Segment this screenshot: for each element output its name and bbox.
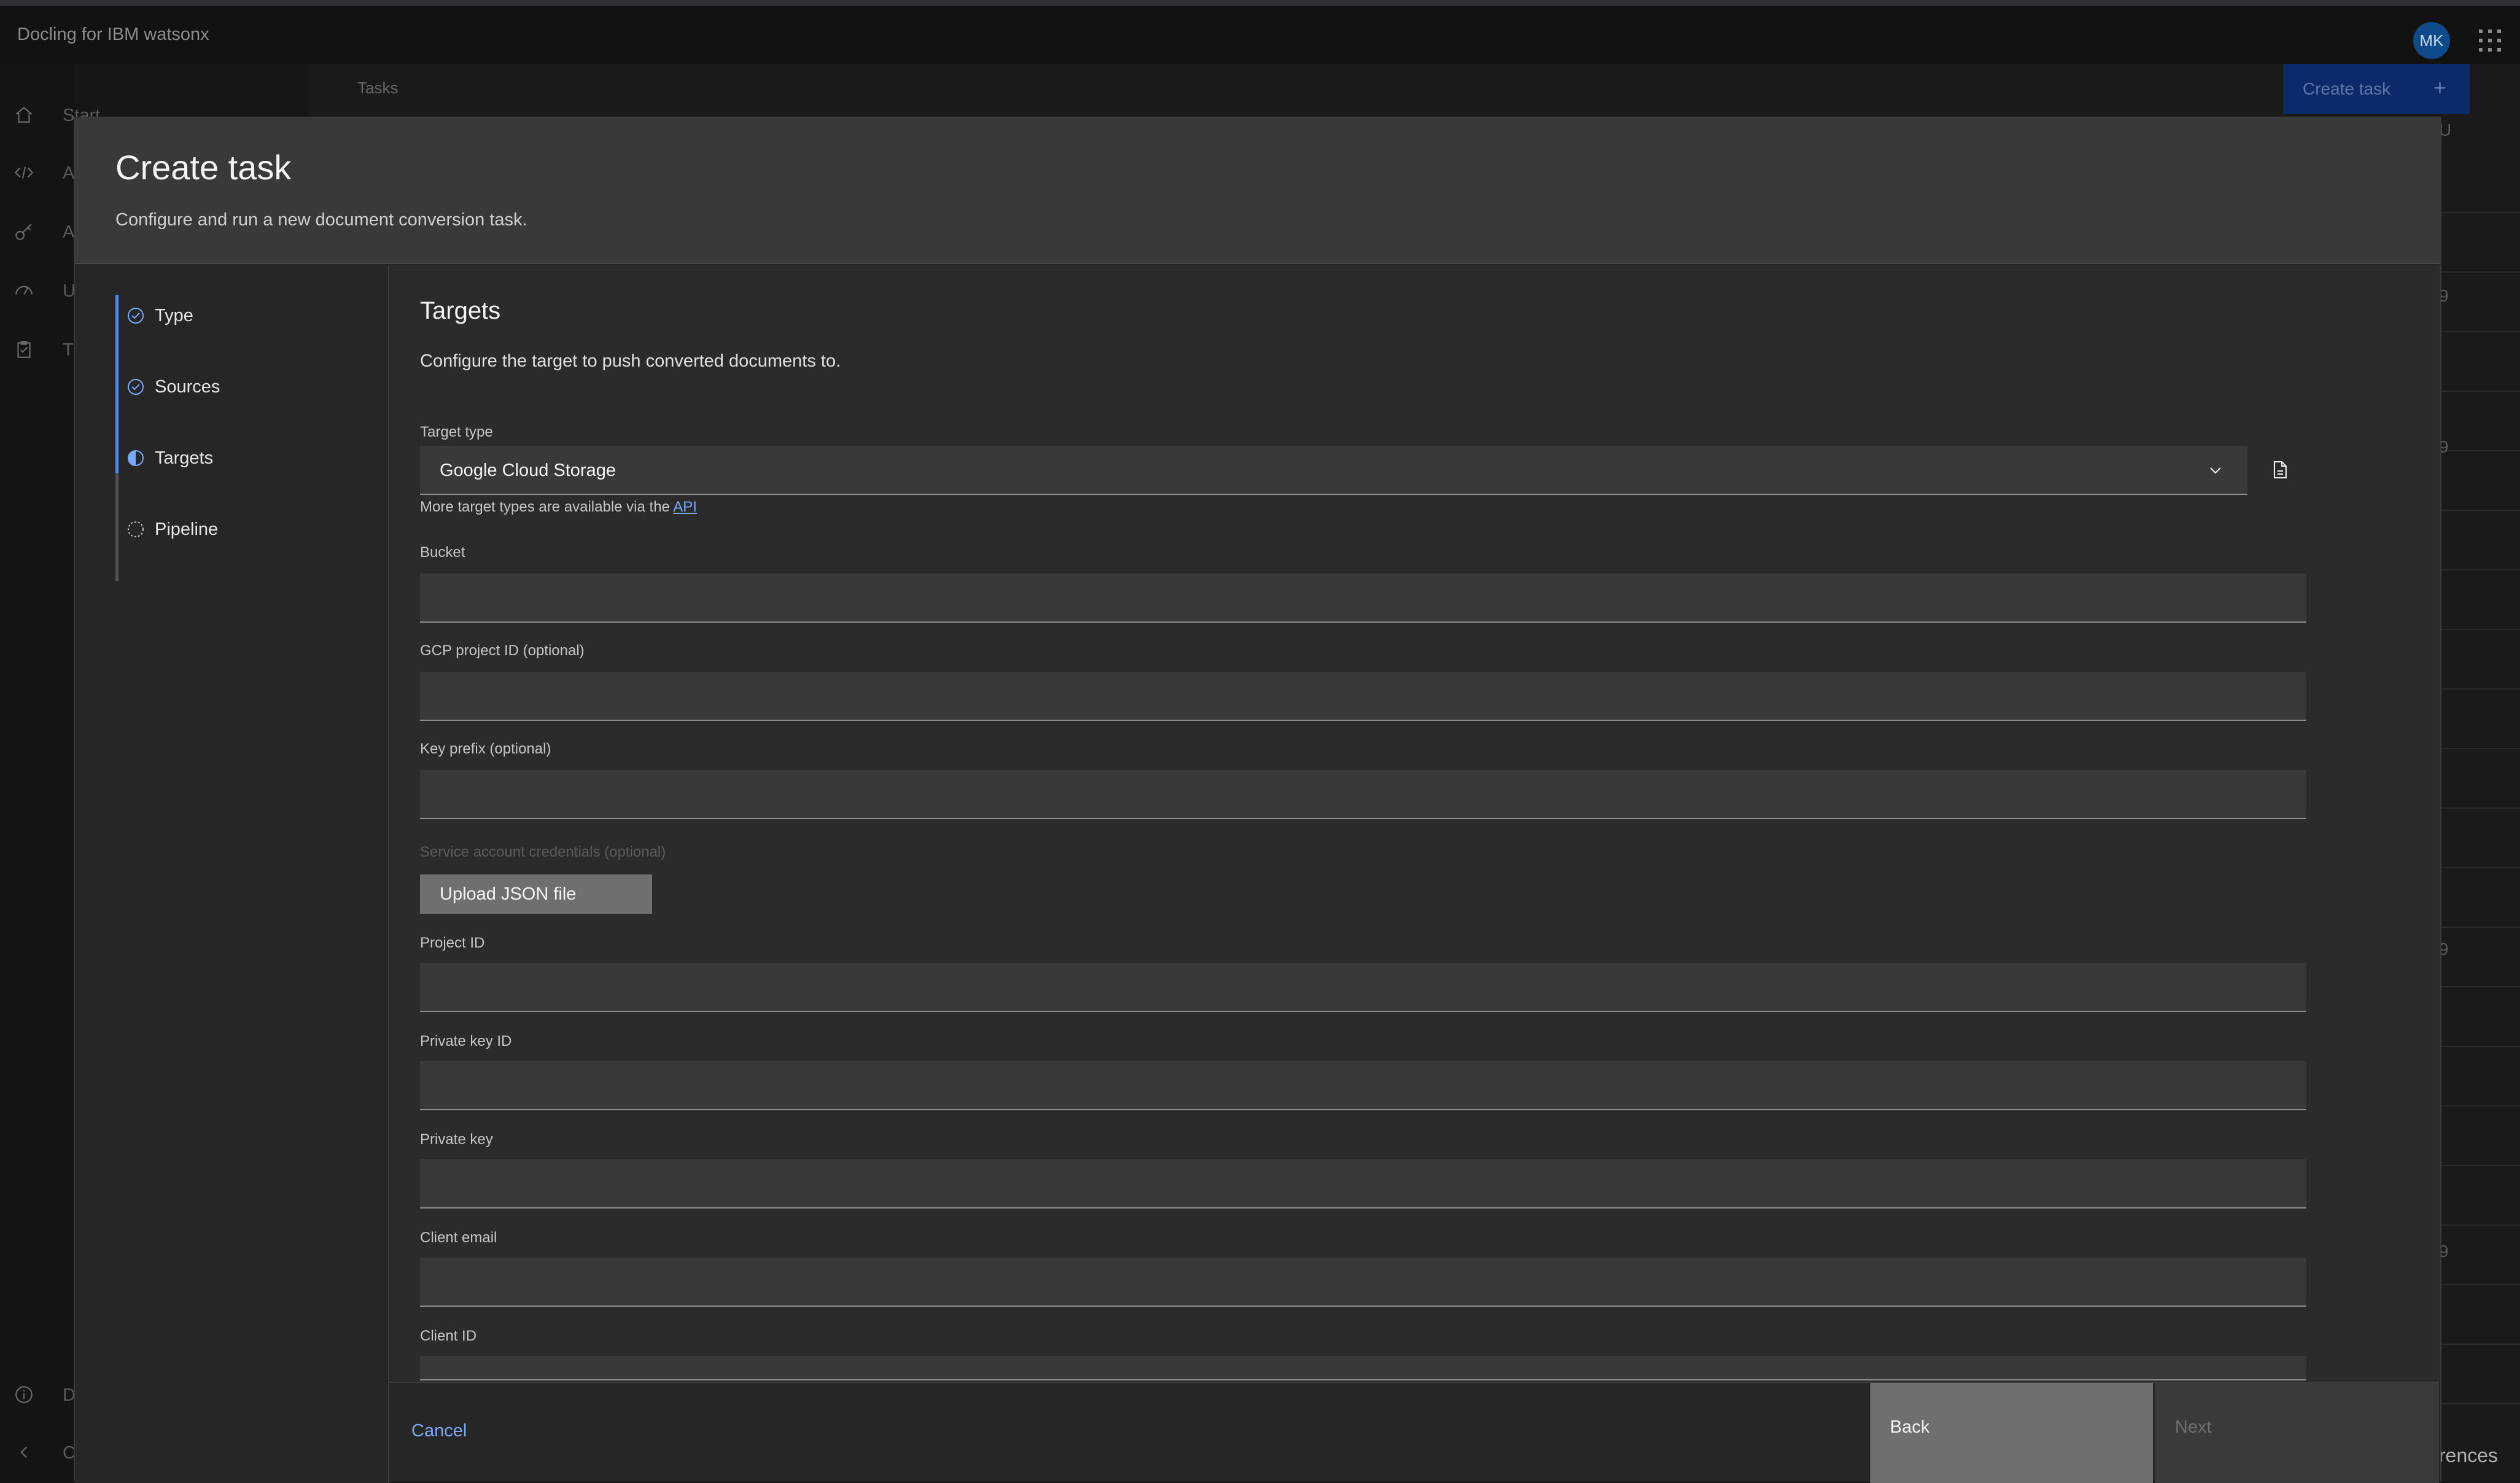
in-progress-icon	[128, 450, 144, 466]
private-key-id-label: Private key ID	[420, 1033, 512, 1049]
target-type-dropdown[interactable]: Google Cloud Storage	[420, 446, 2247, 495]
api-link[interactable]: API	[673, 499, 697, 515]
progress-indicator: Type Sources Targets Pipeline	[75, 265, 389, 1483]
nav-item-3[interactable]: A	[63, 222, 74, 243]
side-navigation: Start A A U T D C	[0, 64, 100, 1482]
info-icon[interactable]	[14, 1384, 34, 1405]
checkmark-outline-icon	[128, 308, 144, 324]
clipboard-icon[interactable]	[14, 339, 34, 360]
step-sources-label: Sources	[155, 376, 220, 397]
step-type-label: Type	[155, 305, 193, 325]
background-table-rows	[2441, 154, 2520, 1431]
private-key-id-input[interactable]	[420, 1061, 2306, 1110]
modal-footer: Cancel Back Next	[389, 1382, 2439, 1483]
user-avatar[interactable]: MK	[2413, 22, 2450, 59]
chevron-down-icon	[2210, 467, 2221, 474]
create-task-button-label: Create task	[2303, 79, 2391, 98]
client-email-input[interactable]	[420, 1258, 2306, 1307]
target-type-label: Target type	[420, 424, 493, 440]
bucket-label: Bucket	[420, 544, 465, 561]
gauge-icon[interactable]	[14, 280, 34, 301]
code-icon[interactable]	[14, 162, 34, 183]
client-id-label: Client ID	[420, 1328, 477, 1344]
create-task-button[interactable]: Create task +	[2283, 64, 2470, 114]
nav-item-5[interactable]: T	[63, 340, 74, 360]
upload-json-button[interactable]: Upload JSON file	[420, 874, 652, 914]
client-email-label: Client email	[420, 1229, 497, 1246]
app-title[interactable]: Docling for IBM watsonx	[17, 25, 209, 45]
key-icon[interactable]	[14, 221, 34, 242]
incomplete-icon	[128, 521, 144, 537]
modal-subtitle: Configure and run a new document convers…	[115, 210, 527, 230]
step-pipeline[interactable]: Pipeline	[126, 511, 218, 548]
modal-title: Create task	[115, 148, 292, 187]
targets-form: Targets Configure the target to push con…	[391, 265, 2440, 1382]
private-key-label: Private key	[420, 1131, 493, 1148]
target-type-helper: More target types are available via the …	[420, 499, 697, 516]
project-id-label: Project ID	[420, 935, 485, 951]
app-header: Docling for IBM watsonx MK	[0, 0, 2520, 64]
service-account-label: Service account credentials (optional)	[420, 844, 666, 860]
key-prefix-label: Key prefix (optional)	[420, 741, 551, 757]
next-button[interactable]: Next	[2155, 1383, 2439, 1483]
client-id-input[interactable]	[420, 1356, 2306, 1380]
document-icon[interactable]	[2269, 459, 2290, 480]
target-type-value: Google Cloud Storage	[440, 461, 616, 480]
step-targets-label: Targets	[155, 448, 214, 468]
step-type[interactable]: Type	[126, 297, 193, 334]
back-button[interactable]: Back	[1870, 1383, 2153, 1483]
checkmark-outline-icon	[128, 379, 144, 395]
section-title: Targets	[420, 297, 501, 324]
step-pipeline-label: Pipeline	[155, 519, 219, 539]
private-key-input[interactable]	[420, 1159, 2306, 1209]
bucket-input[interactable]	[420, 574, 2306, 623]
chevron-left-icon[interactable]	[14, 1442, 34, 1463]
gcp-project-id-label: GCP project ID (optional)	[420, 642, 585, 659]
key-prefix-input[interactable]	[420, 770, 2306, 819]
gcp-project-id-input[interactable]	[420, 672, 2306, 721]
background-preferences-link[interactable]: rences	[2439, 1444, 2498, 1467]
home-icon[interactable]	[14, 104, 34, 125]
nav-item-2[interactable]: A	[63, 163, 74, 184]
project-id-input[interactable]	[420, 963, 2306, 1012]
modal-header: Create task Configure and run a new docu…	[75, 118, 2440, 264]
breadcrumb-tasks[interactable]: Tasks	[357, 79, 398, 98]
section-description: Configure the target to push converted d…	[420, 351, 841, 371]
step-sources[interactable]: Sources	[126, 368, 220, 405]
step-targets[interactable]: Targets	[126, 440, 213, 477]
add-icon: +	[2433, 75, 2446, 100]
target-type-helper-text: More target types are available via the	[420, 499, 670, 515]
progress-rail-complete	[115, 295, 119, 473]
app-switcher-icon[interactable]	[2478, 28, 2502, 53]
cancel-button[interactable]: Cancel	[411, 1421, 467, 1441]
